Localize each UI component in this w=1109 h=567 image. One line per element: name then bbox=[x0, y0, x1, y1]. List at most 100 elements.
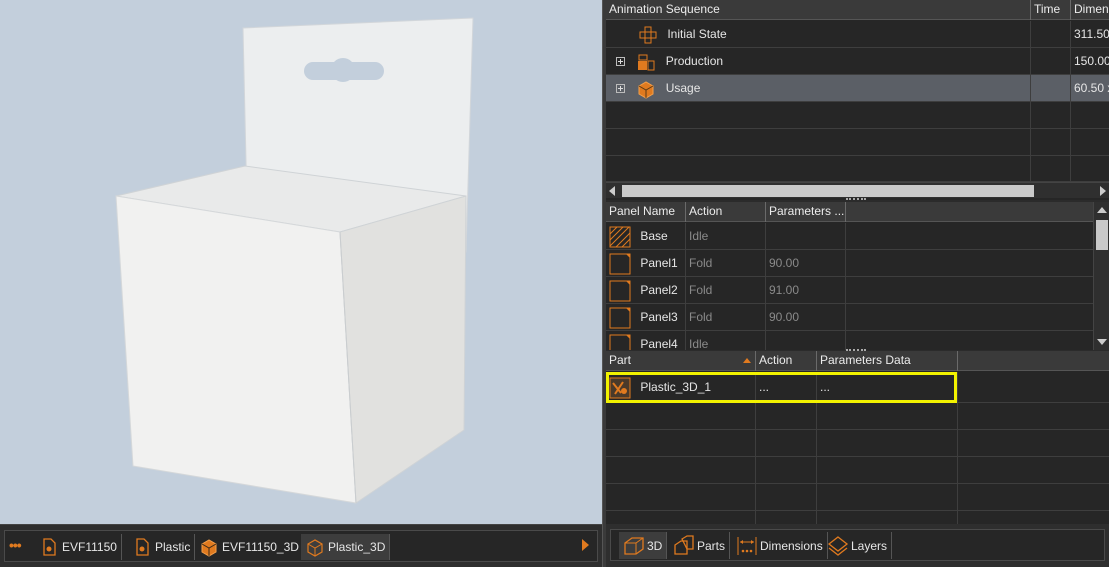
animation-row-usage[interactable]: Usage 60.50 x bbox=[606, 75, 1109, 102]
layers-icon bbox=[827, 535, 849, 556]
panel-icon bbox=[609, 280, 631, 302]
panel-name: Base bbox=[640, 229, 668, 243]
column-action[interactable]: Action bbox=[686, 202, 766, 222]
scrollbar-thumb[interactable] bbox=[1096, 220, 1108, 250]
expand-icon[interactable] bbox=[616, 57, 625, 67]
animation-sequence-panel: Animation Sequence Time Dimen Initial St… bbox=[606, 0, 1109, 200]
tab-label: Dimensions bbox=[760, 538, 823, 553]
animation-dimen: 150.00 bbox=[1074, 54, 1109, 68]
column-action[interactable]: Action bbox=[756, 351, 817, 371]
tab-layers[interactable]: Layers bbox=[823, 532, 893, 559]
part-row-empty bbox=[606, 484, 1109, 511]
panel-row-panel2[interactable]: Panel2 Fold 91.00 bbox=[606, 277, 1093, 304]
animation-row-initial-state[interactable]: Initial State 311.50 bbox=[606, 21, 1109, 48]
column-dimen[interactable]: Dimen bbox=[1071, 0, 1109, 20]
column-parameters[interactable]: Parameters ... bbox=[766, 202, 846, 222]
sort-ascending-icon bbox=[743, 358, 751, 363]
animation-horizontal-scrollbar[interactable] bbox=[606, 182, 1109, 198]
tab-dimensions[interactable]: Dimensions bbox=[732, 532, 828, 559]
panel-name: Panel2 bbox=[640, 283, 678, 297]
panel-icon bbox=[609, 334, 631, 350]
doc-tab-plastic-3d[interactable]: Plastic_3D bbox=[301, 534, 391, 560]
panel-row-panel3[interactable]: Panel3 Fold 90.00 bbox=[606, 304, 1093, 331]
splitter-grip[interactable] bbox=[846, 198, 866, 200]
animation-row-empty bbox=[606, 156, 1109, 183]
doc-tab-evf11150-3d[interactable]: EVF11150_3D bbox=[195, 534, 304, 560]
highlight-box bbox=[606, 372, 957, 403]
box-side bbox=[339, 195, 467, 504]
doc-tab-label: EVF11150 bbox=[62, 540, 117, 554]
box-front bbox=[115, 195, 357, 504]
expand-icon[interactable] bbox=[616, 84, 625, 94]
animation-row-empty bbox=[606, 102, 1109, 129]
column-time[interactable]: Time bbox=[1031, 0, 1071, 20]
animation-dimen: 311.50 bbox=[1074, 27, 1109, 41]
animation-dimen: 60.50 x bbox=[1074, 81, 1109, 95]
doc-tab-evf11150[interactable]: EVF11150 bbox=[35, 534, 122, 560]
panel-param: 90.00 bbox=[766, 250, 846, 277]
view-tab-bar: 3D Parts Dimensions Layers bbox=[606, 524, 1109, 567]
column-part[interactable]: Part bbox=[606, 351, 756, 371]
panels-vertical-scrollbar[interactable] bbox=[1093, 202, 1109, 350]
panel-name: Panel1 bbox=[640, 256, 678, 270]
animation-label: Initial State bbox=[667, 27, 727, 41]
panel-param: 91.00 bbox=[766, 277, 846, 304]
panel-action: Idle bbox=[686, 331, 766, 350]
scroll-tabs-right-icon[interactable] bbox=[582, 539, 589, 551]
panel-param bbox=[766, 331, 846, 350]
panel-action: Fold bbox=[686, 250, 766, 277]
animation-grid-header: Animation Sequence Time Dimen bbox=[606, 0, 1109, 20]
part-row-empty bbox=[606, 511, 1109, 524]
fold-production-icon bbox=[638, 54, 655, 71]
animation-row-production[interactable]: Production 150.00 bbox=[606, 48, 1109, 75]
parts-grid-header: Part Action Parameters Data bbox=[606, 351, 1109, 371]
doc-tab-label: Plastic_3D bbox=[328, 540, 386, 554]
document-icon bbox=[136, 538, 149, 556]
scrollbar-thumb[interactable] bbox=[622, 185, 1034, 197]
doc-tab-label: Plastic bbox=[155, 540, 191, 554]
parts-icon bbox=[674, 534, 694, 555]
scroll-left-icon[interactable] bbox=[609, 186, 615, 196]
flat-layout-icon bbox=[639, 26, 657, 44]
panel-row-base[interactable]: Base Idle bbox=[606, 223, 1093, 250]
scroll-down-icon[interactable] bbox=[1097, 339, 1107, 345]
doc-tab-label: EVF11150_3D bbox=[222, 540, 299, 554]
tab-label: Parts bbox=[697, 538, 726, 553]
panel-action: Fold bbox=[686, 304, 766, 331]
document-tab-bar: ••• EVF11150 Plastic EVF11150_3D Plastic… bbox=[0, 524, 602, 567]
box-3d-model[interactable] bbox=[0, 0, 602, 524]
panel-param bbox=[766, 223, 846, 250]
panel-row-panel1[interactable]: Panel1 Fold 90.00 bbox=[606, 250, 1093, 277]
scroll-up-icon[interactable] bbox=[1097, 207, 1107, 213]
panels-grid-header: Panel Name Action Parameters ... bbox=[606, 202, 1093, 222]
column-panel-name[interactable]: Panel Name bbox=[606, 202, 686, 222]
tab-label: 3D bbox=[647, 538, 663, 553]
panel-icon bbox=[609, 307, 631, 329]
cube-3d-icon bbox=[624, 536, 644, 555]
panel-row-panel4[interactable]: Panel4 Idle bbox=[606, 331, 1093, 350]
panel-action: Idle bbox=[686, 223, 766, 250]
animation-row-empty bbox=[606, 129, 1109, 156]
panel-name: Panel4 bbox=[640, 337, 678, 350]
doc-tab-plastic[interactable]: Plastic bbox=[128, 534, 196, 560]
panel-action: Fold bbox=[686, 277, 766, 304]
panel-icon bbox=[609, 253, 631, 275]
3d-viewport[interactable] bbox=[0, 0, 602, 524]
dimensions-icon bbox=[737, 536, 757, 555]
animation-label: Production bbox=[665, 54, 724, 68]
scroll-right-icon[interactable] bbox=[1100, 186, 1106, 196]
animation-label: Usage bbox=[665, 81, 701, 95]
tab-3d[interactable]: 3D bbox=[619, 532, 668, 559]
document-icon bbox=[43, 538, 56, 556]
box-usage-icon bbox=[638, 81, 654, 99]
column-parameters-data[interactable]: Parameters Data bbox=[817, 351, 958, 371]
more-tabs-button[interactable]: ••• bbox=[9, 537, 22, 553]
panel-param: 90.00 bbox=[766, 304, 846, 331]
column-part-label: Part bbox=[609, 353, 632, 367]
tab-parts[interactable]: Parts bbox=[669, 532, 731, 559]
box-3d-icon bbox=[307, 539, 323, 557]
panel-name: Panel3 bbox=[640, 310, 678, 324]
column-animation-sequence[interactable]: Animation Sequence bbox=[606, 0, 1031, 20]
panels-grid: Panel Name Action Parameters ... Base Id… bbox=[606, 202, 1109, 350]
tab-label: Layers bbox=[851, 538, 888, 553]
